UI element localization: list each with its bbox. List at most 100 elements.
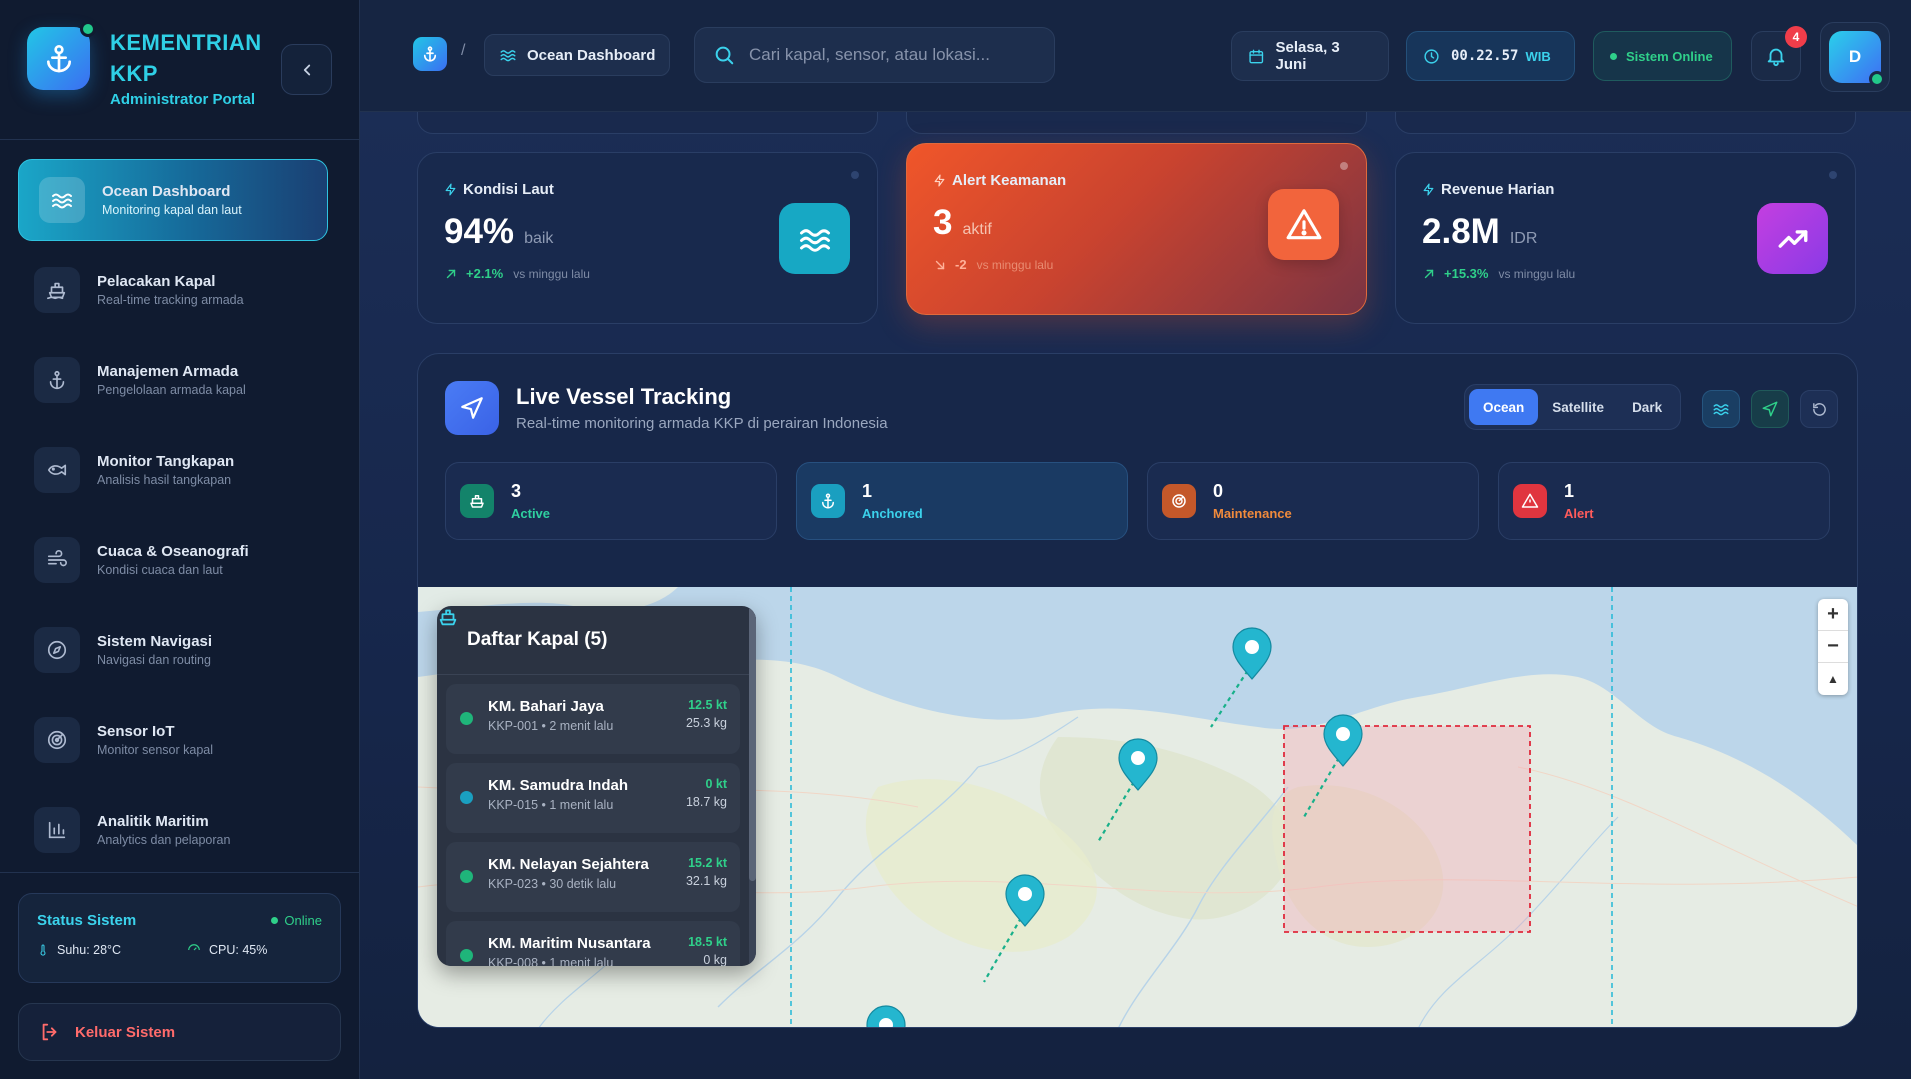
vessel-list-title: Daftar Kapal (5): [467, 629, 608, 650]
vessel-list-item[interactable]: KM. Bahari Jaya KKP-001 • 2 menit lalu 1…: [446, 684, 740, 754]
sidebar-item-desc: Real-time tracking armada: [97, 293, 244, 307]
sidebar-item-sistem-navigasi[interactable]: Sistem Navigasi Navigasi dan routing: [18, 609, 328, 691]
fish-icon: [34, 447, 80, 493]
stat-unit: IDR: [1509, 230, 1538, 247]
stat-card-kondisi-laut[interactable]: Kondisi Laut 94% baik +2.1% vs minggu la…: [417, 152, 878, 324]
navigation-icon: [445, 381, 499, 435]
bell-icon: [1767, 48, 1785, 67]
sidebar-item-label: Ocean Dashboard: [102, 183, 231, 200]
vessel-weight: 0 kg: [703, 953, 727, 966]
stat-card-ghost: [417, 112, 878, 134]
vessel-list-item[interactable]: KM. Nelayan Sejahtera KKP-023 • 30 detik…: [446, 842, 740, 912]
layer-dark-button[interactable]: Dark: [1618, 389, 1676, 425]
timezone-text: WIB: [1525, 48, 1551, 64]
vessel-list-scroll-thumb[interactable]: [749, 606, 756, 881]
arrow-up-right-icon: [446, 269, 456, 278]
brand: KEMENTRIAN KKP Administrator Portal: [27, 21, 270, 108]
summary-maintenance[interactable]: 0 Maintenance: [1147, 462, 1479, 540]
waves-layer-toggle[interactable]: [1702, 390, 1740, 428]
vessel-map[interactable]: + − ▲ Daftar Kapal (5) KM. Bahari Jaya K…: [418, 587, 1857, 1027]
reset-north-button[interactable]: ▲: [1818, 663, 1848, 695]
ship-icon: [439, 609, 457, 626]
vessel-meta: KKP-008 • 1 menit lalu: [488, 956, 614, 966]
brand-logo: [27, 21, 96, 90]
search-icon: [715, 46, 734, 65]
route-toggle-button[interactable]: [1751, 390, 1789, 428]
layer-ocean-button[interactable]: Ocean: [1469, 389, 1539, 425]
summary-anchored[interactable]: 1 Anchored: [796, 462, 1128, 540]
sidebar-item-cuaca-oseanografi[interactable]: Cuaca & Oseanografi Kondisi cuaca dan la…: [18, 519, 328, 601]
sidebar-item-pelacakan-kapal[interactable]: Pelacakan Kapal Real-time tracking armad…: [18, 249, 328, 331]
vessel-speed: 12.5 kt: [688, 698, 727, 712]
stat-value: 94%: [444, 212, 515, 251]
sidebar-divider: [0, 872, 360, 873]
sidebar-nav: Ocean Dashboard Monitoring kapal dan lau…: [18, 159, 328, 879]
sidebar-item-label: Manajemen Armada: [97, 363, 239, 380]
sidebar-item-label: Cuaca & Oseanografi: [97, 543, 249, 560]
main-content: Kondisi Laut 94% baik +2.1% vs minggu la…: [360, 112, 1911, 1079]
vessel-list-item[interactable]: KM. Samudra Indah KKP-015 • 1 menit lalu…: [446, 763, 740, 833]
summary-label: Active: [511, 506, 551, 521]
sidebar-item-label: Monitor Tangkapan: [97, 453, 235, 470]
vessel-status-dot: [460, 949, 473, 962]
anchor-icon: [46, 44, 71, 72]
vessel-speed: 18.5 kt: [688, 935, 727, 949]
sidebar-item-manajemen-armada[interactable]: Manajemen Armada Pengelolaan armada kapa…: [18, 339, 328, 421]
refresh-button[interactable]: [1800, 390, 1838, 428]
stat-label: Alert Keamanan: [952, 172, 1067, 189]
arrow-down-right-icon: [935, 260, 945, 269]
system-online-badge: Sistem Online: [1593, 31, 1732, 81]
stat-indicator-dot: [1340, 162, 1348, 170]
sidebar-item-label: Sistem Navigasi: [97, 633, 213, 650]
brand-subtitle: Administrator Portal: [110, 91, 256, 108]
sidebar-item-monitor-tangkapan[interactable]: Monitor Tangkapan Analisis hasil tangkap…: [18, 429, 328, 511]
system-temp: Suhu: 28°C: [57, 943, 122, 957]
waves-icon: [39, 177, 85, 223]
sidebar-item-ocean-dashboard[interactable]: Ocean Dashboard Monitoring kapal dan lau…: [18, 159, 328, 241]
breadcrumb-home[interactable]: [413, 37, 447, 71]
stat-value: 2.8M: [1422, 212, 1500, 251]
stat-card-alert-keamanan[interactable]: Alert Keamanan 3 aktif -2 vs minggu lalu: [906, 143, 1367, 315]
notification-count-badge: 4: [1785, 26, 1807, 48]
stat-card-revenue-harian[interactable]: Revenue Harian 2.8M IDR +15.3% vs minggu…: [1395, 152, 1856, 324]
ship-icon: [34, 267, 80, 313]
stat-vs: vs minggu lalu: [513, 266, 590, 281]
map-layer-switch: Ocean Satellite Dark: [1464, 384, 1682, 430]
vessel-weight: 32.1 kg: [685, 874, 727, 888]
layer-satellite-button[interactable]: Satellite: [1538, 389, 1618, 425]
search-input[interactable]: [749, 45, 1039, 65]
sidebar-item-sensor-iot[interactable]: Sensor IoT Monitor sensor kapal: [18, 699, 328, 781]
system-status-card: Status Sistem Online Suhu: 28°C CPU: 45%: [18, 893, 341, 983]
sidebar-collapse-button[interactable]: [281, 44, 332, 95]
vessel-list-item[interactable]: KM. Maritim Nusantara KKP-008 • 1 menit …: [446, 921, 740, 966]
sidebar-item-desc: Monitor sensor kapal: [97, 743, 214, 757]
vessel-list-scrollbar[interactable]: [749, 606, 756, 966]
avatar: D: [1829, 31, 1885, 87]
topbar: / Ocean Dashboard Selasa, 3 Juni 00.22.5…: [360, 0, 1911, 112]
sidebar-item-analitik-maritim[interactable]: Analitik Maritim Analytics dan pelaporan: [18, 789, 328, 871]
brand-title: KEMENTRIAN KKP: [110, 30, 262, 86]
stat-delta: -2: [955, 257, 967, 272]
sidebar-item-label: Pelacakan Kapal: [97, 273, 216, 290]
user-menu[interactable]: D: [1820, 22, 1890, 92]
notification-button[interactable]: 4: [1751, 26, 1807, 81]
vessel-speed: 0 kt: [705, 777, 727, 791]
system-status-state: Online: [271, 913, 322, 928]
calendar-icon: [1249, 49, 1264, 63]
tracking-title: Live Vessel Tracking: [516, 384, 732, 409]
breadcrumb-separator: /: [461, 42, 466, 59]
wind-icon: [34, 537, 80, 583]
stat-delta: +15.3%: [1444, 266, 1489, 281]
logout-button[interactable]: Keluar Sistem: [18, 1003, 341, 1061]
breadcrumb-current[interactable]: Ocean Dashboard: [484, 34, 671, 76]
zoom-in-button[interactable]: +: [1818, 599, 1848, 631]
summary-active[interactable]: 3 Active: [445, 462, 777, 540]
time-text: 00.22.57: [1451, 48, 1519, 64]
summary-label: Anchored: [862, 506, 923, 521]
stat-value: 3: [933, 203, 953, 242]
logout-icon: [42, 1023, 57, 1041]
anchor-icon: [811, 484, 845, 518]
zoom-out-button[interactable]: −: [1818, 631, 1848, 663]
thermometer-icon: [40, 944, 46, 956]
summary-alert[interactable]: 1 Alert: [1498, 462, 1830, 540]
